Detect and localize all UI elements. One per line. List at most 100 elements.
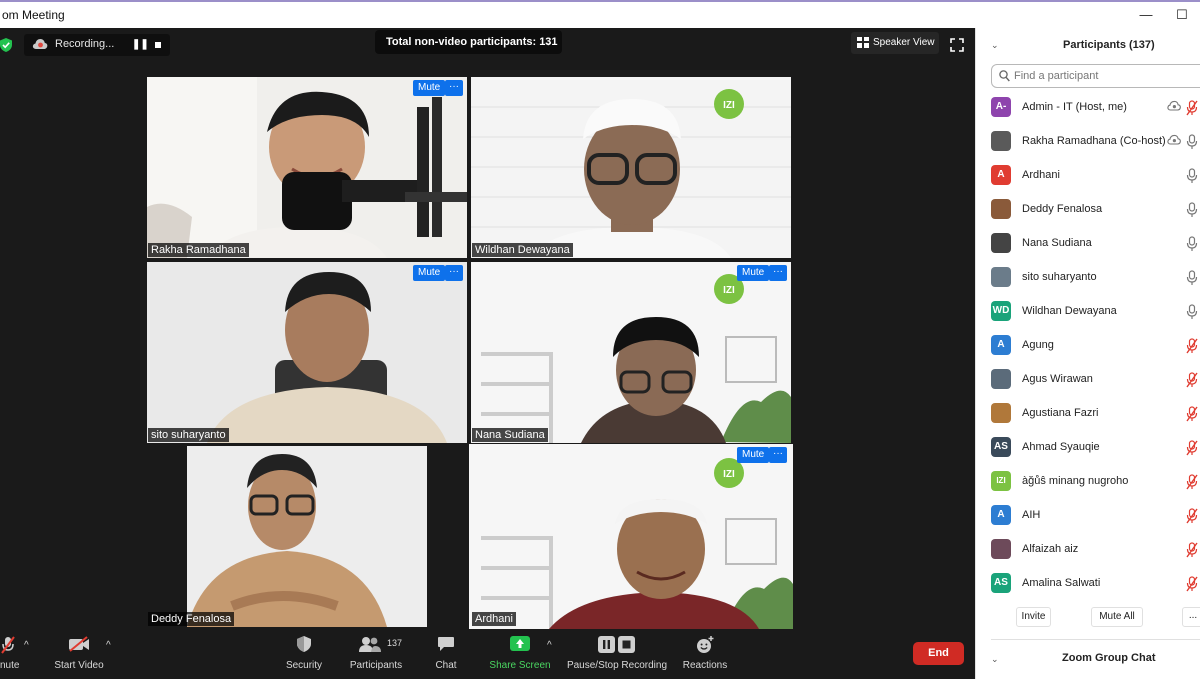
security-button[interactable]: Security <box>282 630 326 679</box>
video-tile-active-speaker[interactable]: IZI Mute ··· Ardhani <box>469 444 793 629</box>
avatar <box>991 267 1011 287</box>
speaker-view-button[interactable]: Speaker View <box>851 32 939 54</box>
share-options-caret[interactable]: ^ <box>547 640 552 651</box>
mic-muted-icon[interactable] <box>1186 576 1198 592</box>
participant-row[interactable]: A Ardhani <box>976 159 1200 193</box>
more-options-button[interactable]: ··· <box>445 80 463 96</box>
share-screen-button[interactable]: Share Screen <box>488 630 552 679</box>
video-options-caret[interactable]: ^ <box>106 640 111 651</box>
mic-muted-icon[interactable] <box>1186 100 1198 116</box>
participant-row[interactable]: IZI àğůŝ minang nugroho <box>976 465 1200 499</box>
search-input[interactable] <box>1014 67 1194 85</box>
participant-name: Agustiana Fazri <box>1022 407 1099 419</box>
share-screen-label: Share Screen <box>489 660 551 671</box>
participant-row[interactable]: Agustiana Fazri <box>976 397 1200 431</box>
avatar: A <box>991 165 1011 185</box>
cloud-recording-icon <box>32 39 48 49</box>
mic-muted-icon[interactable] <box>1186 372 1198 388</box>
mic-muted-icon[interactable] <box>1186 542 1198 558</box>
avatar: A- <box>991 97 1011 117</box>
participant-name: Rakha Ramadhana <box>148 243 249 257</box>
participant-row[interactable]: sito suharyanto <box>976 261 1200 295</box>
participant-row[interactable]: WD Wildhan Dewayana <box>976 295 1200 329</box>
mic-muted-icon[interactable] <box>1186 338 1198 354</box>
participant-video <box>147 262 467 443</box>
video-tile[interactable]: IZI Wildhan Dewayana <box>471 77 791 258</box>
mic-icon[interactable] <box>1186 202 1198 218</box>
participants-panel: ⌄ Participants (137) A- Admin - IT (Host,… <box>975 28 1200 679</box>
mute-button[interactable]: Mute <box>413 265 446 281</box>
mic-muted-icon[interactable] <box>1186 406 1198 422</box>
video-tile[interactable]: IZI Mute ··· Nana Sudiana <box>471 262 791 443</box>
participant-row[interactable]: Nana Sudiana <box>976 227 1200 261</box>
reactions-label: Reactions <box>682 660 728 671</box>
mute-audio-button[interactable]: nute <box>0 630 22 679</box>
mute-all-button[interactable]: Mute All <box>1091 607 1143 627</box>
participant-name: sito suharyanto <box>148 428 229 442</box>
avatar <box>991 539 1011 559</box>
mic-icon[interactable] <box>1186 168 1198 184</box>
participant-row[interactable]: Deddy Fenalosa <box>976 193 1200 227</box>
pause-stop-icon <box>598 636 635 653</box>
participant-row[interactable]: A AIH <box>976 499 1200 533</box>
group-chat-title: Zoom Group Chat <box>1062 652 1156 664</box>
nonvideo-participants-dropdown[interactable]: Total non-video participants: 131 ⌄ <box>375 30 562 54</box>
end-meeting-button[interactable]: End <box>913 642 964 665</box>
participant-video: IZI <box>469 444 793 629</box>
more-options-button[interactable]: ··· <box>445 265 463 281</box>
fullscreen-icon[interactable] <box>950 38 964 52</box>
video-tile[interactable]: Mute ··· Rakha Ramadhana <box>147 77 467 258</box>
mic-icon[interactable] <box>1186 236 1198 252</box>
participant-row[interactable]: Agus Wirawan <box>976 363 1200 397</box>
shield-icon[interactable] <box>0 38 12 52</box>
participant-row[interactable]: A Agung <box>976 329 1200 363</box>
mic-muted-icon[interactable] <box>1186 508 1198 524</box>
minimize-button[interactable]: — <box>1134 6 1158 24</box>
mic-icon[interactable] <box>1186 134 1198 150</box>
mic-muted-icon[interactable] <box>1186 474 1198 490</box>
participant-row[interactable]: Alfaizah aiz <box>976 533 1200 567</box>
participant-video <box>147 446 467 627</box>
participant-search[interactable] <box>991 64 1200 88</box>
mute-label: nute <box>0 660 20 671</box>
participant-row[interactable]: AS Amalina Salwati <box>976 567 1200 601</box>
window-title: om Meeting <box>2 8 65 22</box>
mic-icon[interactable] <box>1186 270 1198 286</box>
cloud-recording-icon <box>1167 100 1181 111</box>
start-video-button[interactable]: Start Video <box>50 630 108 679</box>
pause-recording-icon[interactable]: ❚❚ <box>132 39 149 50</box>
reactions-button[interactable]: Reactions <box>682 630 728 679</box>
audio-options-caret[interactable]: ^ <box>24 640 29 651</box>
more-options-button[interactable]: ··· <box>769 265 787 281</box>
participant-row[interactable]: Rakha Ramadhana (Co-host) <box>976 125 1200 159</box>
collapse-chevron-icon[interactable]: ⌄ <box>991 40 999 51</box>
avatar: AS <box>991 573 1011 593</box>
more-options-button[interactable]: ... <box>1182 607 1200 627</box>
video-tile[interactable]: Mute ··· sito suharyanto <box>147 262 467 443</box>
video-tile[interactable]: Deddy Fenalosa <box>147 446 467 627</box>
mic-muted-icon[interactable] <box>1186 440 1198 456</box>
zoom-window: om Meeting — ☐ Recording... ❚❚ Total non… <box>0 0 1200 679</box>
avatar <box>991 199 1011 219</box>
search-icon <box>999 70 1010 82</box>
avatar <box>991 233 1011 253</box>
video-off-icon <box>69 636 89 652</box>
participants-button[interactable]: 137 Participants <box>347 630 405 679</box>
participant-name: àğůŝ minang nugroho <box>1022 475 1129 487</box>
mute-button[interactable]: Mute <box>413 80 446 96</box>
participants-icon <box>359 637 382 652</box>
collapse-chevron-icon[interactable]: ⌄ <box>991 654 999 665</box>
chat-button[interactable]: Chat <box>429 630 463 679</box>
mic-icon[interactable] <box>1186 304 1198 320</box>
stop-recording-icon[interactable] <box>153 40 163 50</box>
mute-button[interactable]: Mute <box>737 447 770 463</box>
speaker-view-label: Speaker View <box>873 37 935 48</box>
participant-row[interactable]: AS Ahmad Syauqie <box>976 431 1200 465</box>
maximize-button[interactable]: ☐ <box>1170 6 1194 24</box>
group-chat-header[interactable]: ⌄ Zoom Group Chat <box>976 642 1200 679</box>
participant-row[interactable]: A- Admin - IT (Host, me) <box>976 91 1200 125</box>
mute-button[interactable]: Mute <box>737 265 770 281</box>
more-options-button[interactable]: ··· <box>769 447 787 463</box>
invite-button[interactable]: Invite <box>1016 607 1051 627</box>
pause-stop-recording-button[interactable]: Pause/Stop Recording <box>566 630 668 679</box>
